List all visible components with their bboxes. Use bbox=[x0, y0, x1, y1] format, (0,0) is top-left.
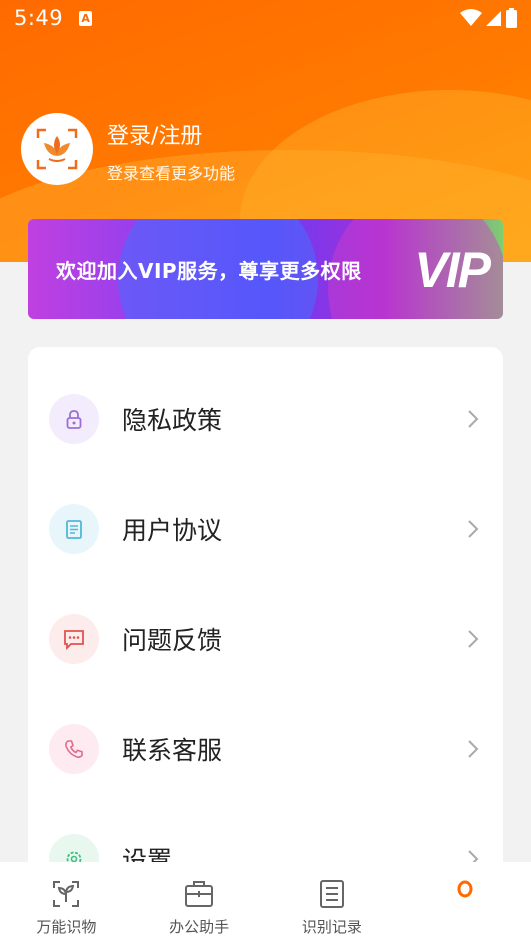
menu-item-label: 联系客服 bbox=[122, 736, 223, 765]
chevron-right-icon bbox=[468, 410, 479, 428]
menu-item-contact-service[interactable]: 联系客服 bbox=[28, 719, 503, 779]
bottom-tab-bar: 万能识物 办公助手 识别记录 bbox=[0, 862, 531, 945]
vip-banner[interactable]: 欢迎加入VIP服务，尊享更多权限 VIP bbox=[28, 219, 503, 319]
status-bar: 5:49 A bbox=[0, 0, 531, 36]
menu-item-feedback[interactable]: 问题反馈 bbox=[28, 609, 503, 669]
login-title[interactable]: 登录/注册 bbox=[107, 118, 235, 150]
phone-icon bbox=[49, 724, 99, 774]
tab-identify[interactable]: 万能识物 bbox=[0, 862, 133, 945]
tab-label: 万能识物 bbox=[36, 918, 97, 936]
chevron-right-icon bbox=[468, 520, 479, 538]
login-subtitle: 登录查看更多功能 bbox=[107, 164, 236, 183]
menu-item-label: 问题反馈 bbox=[122, 626, 223, 655]
chevron-right-icon bbox=[468, 630, 479, 648]
status-time: 5:49 bbox=[14, 6, 64, 30]
lock-icon bbox=[49, 394, 99, 444]
profile-icon bbox=[457, 880, 473, 898]
menu-item-label: 用户协议 bbox=[122, 516, 223, 545]
tab-office-assistant[interactable]: 办公助手 bbox=[133, 862, 266, 945]
battery-icon bbox=[506, 8, 517, 28]
notification-icon: A bbox=[79, 10, 93, 26]
message-icon bbox=[49, 614, 99, 664]
menu-item-label: 隐私政策 bbox=[122, 406, 223, 435]
signal-icon bbox=[486, 11, 501, 26]
tab-records[interactable]: 识别记录 bbox=[266, 862, 399, 945]
vip-banner-text: 欢迎加入VIP服务，尊享更多权限 bbox=[56, 258, 362, 283]
menu-item-privacy-policy[interactable]: 隐私政策 bbox=[28, 389, 503, 449]
tab-label: 识别记录 bbox=[301, 918, 362, 936]
list-icon bbox=[319, 880, 344, 908]
document-icon bbox=[49, 504, 99, 554]
wifi-icon bbox=[460, 9, 482, 26]
vip-logo: VIP bbox=[414, 242, 491, 298]
avatar[interactable] bbox=[21, 113, 93, 185]
menu-item-user-agreement[interactable]: 用户协议 bbox=[28, 499, 503, 559]
tab-label: 办公助手 bbox=[169, 918, 230, 936]
plant-icon bbox=[53, 881, 80, 907]
status-icons bbox=[460, 8, 517, 28]
tab-profile[interactable] bbox=[398, 862, 531, 945]
login-entry[interactable]: 登录/注册 登录查看更多功能 bbox=[21, 113, 235, 185]
menu-card: 隐私政策 用户协议 问题反馈 联系客服 设置 bbox=[28, 347, 503, 887]
briefcase-icon bbox=[185, 881, 214, 907]
app-logo-icon bbox=[36, 128, 78, 170]
chevron-right-icon bbox=[468, 740, 479, 758]
